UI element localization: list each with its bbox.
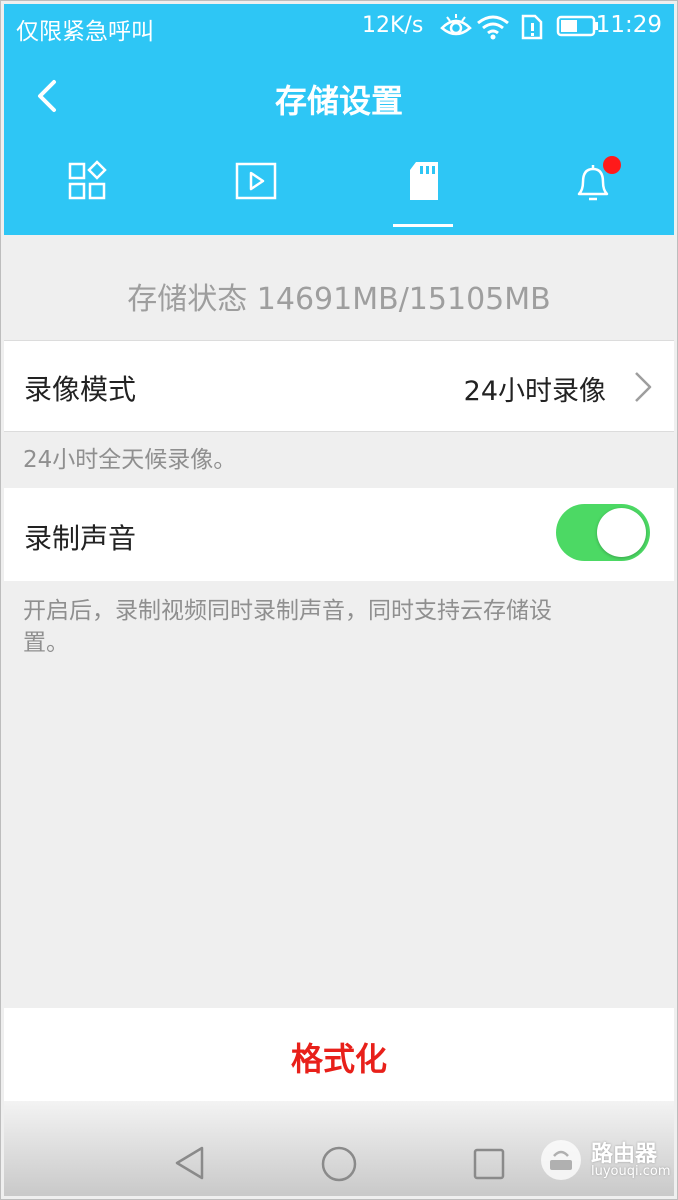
tab-bar xyxy=(4,148,674,235)
record-audio-label: 录制声音 xyxy=(24,522,137,555)
carrier-text: 仅限紧急呼叫 xyxy=(16,19,154,45)
watermark-site: luyouqi.com xyxy=(591,1164,671,1179)
back-triangle-icon xyxy=(175,1146,204,1180)
video-play-icon xyxy=(235,162,277,200)
storage-status: 存储状态 14691MB/15105MB xyxy=(127,282,551,317)
nav-back-button[interactable] xyxy=(172,1145,208,1185)
title-bar: 存储设置 xyxy=(4,48,674,148)
router-logo-icon xyxy=(541,1140,581,1180)
home-circle-icon xyxy=(321,1146,357,1182)
notification-badge xyxy=(603,156,621,174)
record-audio-row: 录制声音 xyxy=(4,488,674,581)
nav-home-button[interactable] xyxy=(320,1145,358,1187)
sd-card-icon xyxy=(410,162,438,200)
toggle-knob xyxy=(597,508,646,557)
chevron-right-icon xyxy=(635,372,652,402)
clock: 11:29 xyxy=(595,12,662,38)
sim-icon xyxy=(520,14,544,46)
apps-grid-icon xyxy=(68,160,107,200)
page-title: 存储设置 xyxy=(274,82,403,120)
recents-square-icon xyxy=(473,1148,505,1180)
tab-storage[interactable] xyxy=(374,148,474,235)
active-tab-indicator xyxy=(393,224,453,227)
record-mode-description: 24小时全天候录像。 xyxy=(23,447,237,473)
record-mode-label: 录像模式 xyxy=(24,373,137,406)
record-audio-description-line2: 置。 xyxy=(23,630,69,656)
watermark: 路由器 luyouqi.com xyxy=(535,1130,671,1188)
battery-icon xyxy=(556,14,600,44)
eye-icon xyxy=(440,14,472,46)
status-bar: 仅限紧急呼叫 12K/s 11:29 xyxy=(4,4,674,48)
app-header: 仅限紧急呼叫 12K/s 11:29 存储设置 xyxy=(4,4,674,235)
record-audio-toggle[interactable] xyxy=(556,504,650,561)
record-audio-description: 开启后，录制视频同时录制声音，同时支持云存储设 置。 xyxy=(23,595,643,659)
tab-alerts[interactable] xyxy=(542,148,642,235)
network-speed: 12K/s xyxy=(362,13,424,38)
format-button[interactable]: 格式化 xyxy=(4,1008,674,1101)
record-mode-row[interactable]: 录像模式 24小时录像 xyxy=(4,340,674,432)
wifi-icon xyxy=(476,14,510,46)
nav-recents-button[interactable] xyxy=(472,1147,506,1185)
format-button-label: 格式化 xyxy=(290,1040,387,1078)
tab-apps[interactable] xyxy=(37,148,137,235)
record-audio-description-line1: 开启后，录制视频同时录制声音，同时支持云存储设 xyxy=(23,598,552,624)
record-mode-value: 24小时录像 xyxy=(463,376,606,407)
tab-playback[interactable] xyxy=(205,148,305,235)
